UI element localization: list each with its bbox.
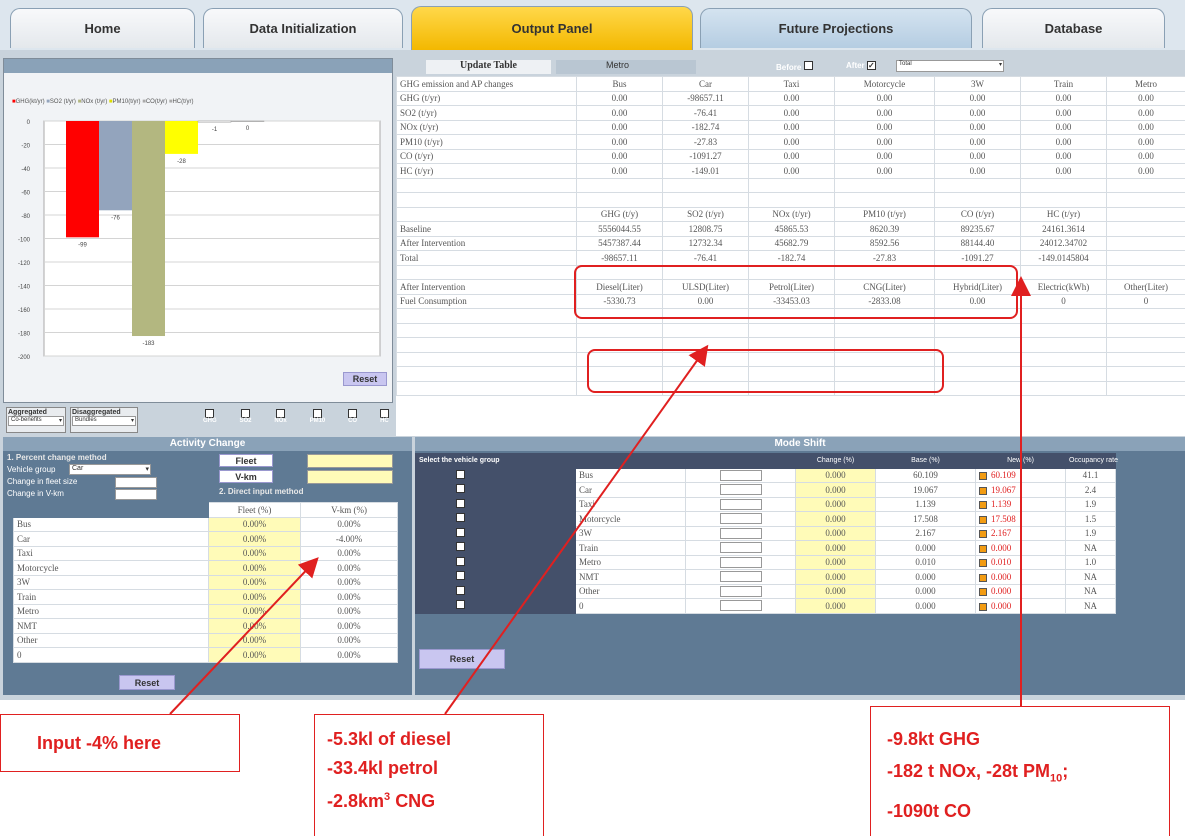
callout-cng: -2.8km3 CNG — [327, 783, 543, 816]
callout-fuel-note: -5.3kl of diesel -33.4kl petrol -2.8km3 … — [314, 714, 544, 836]
callout-cng-unit: CNG — [395, 791, 436, 811]
arrow-activity — [169, 557, 319, 715]
callout-semicolon: ; — [1062, 761, 1069, 781]
callout-petrol: -33.4kl petrol — [327, 758, 439, 778]
callout-nox-pm-text: -182 t NOx, -28t PM — [887, 761, 1051, 781]
callout-cng-value: -2.8km — [327, 791, 385, 811]
callout-diesel: -5.3kl of diesel — [327, 729, 452, 749]
callout-nox-pm: -182 t NOx, -28t PM10; — [887, 755, 1169, 795]
callout-co: -1090t CO — [887, 800, 972, 821]
callout-ghg: -9.8kt GHG — [887, 729, 981, 749]
arrow-fuel — [444, 344, 709, 715]
callout-input-note: Input -4% here — [0, 714, 240, 772]
callout-emission-note: -9.8kt GHG -182 t NOx, -28t PM10; -1090t… — [870, 706, 1170, 836]
callout-cng-sup: 3 — [384, 791, 391, 803]
callout-pm-sub: 10 — [1050, 772, 1063, 785]
